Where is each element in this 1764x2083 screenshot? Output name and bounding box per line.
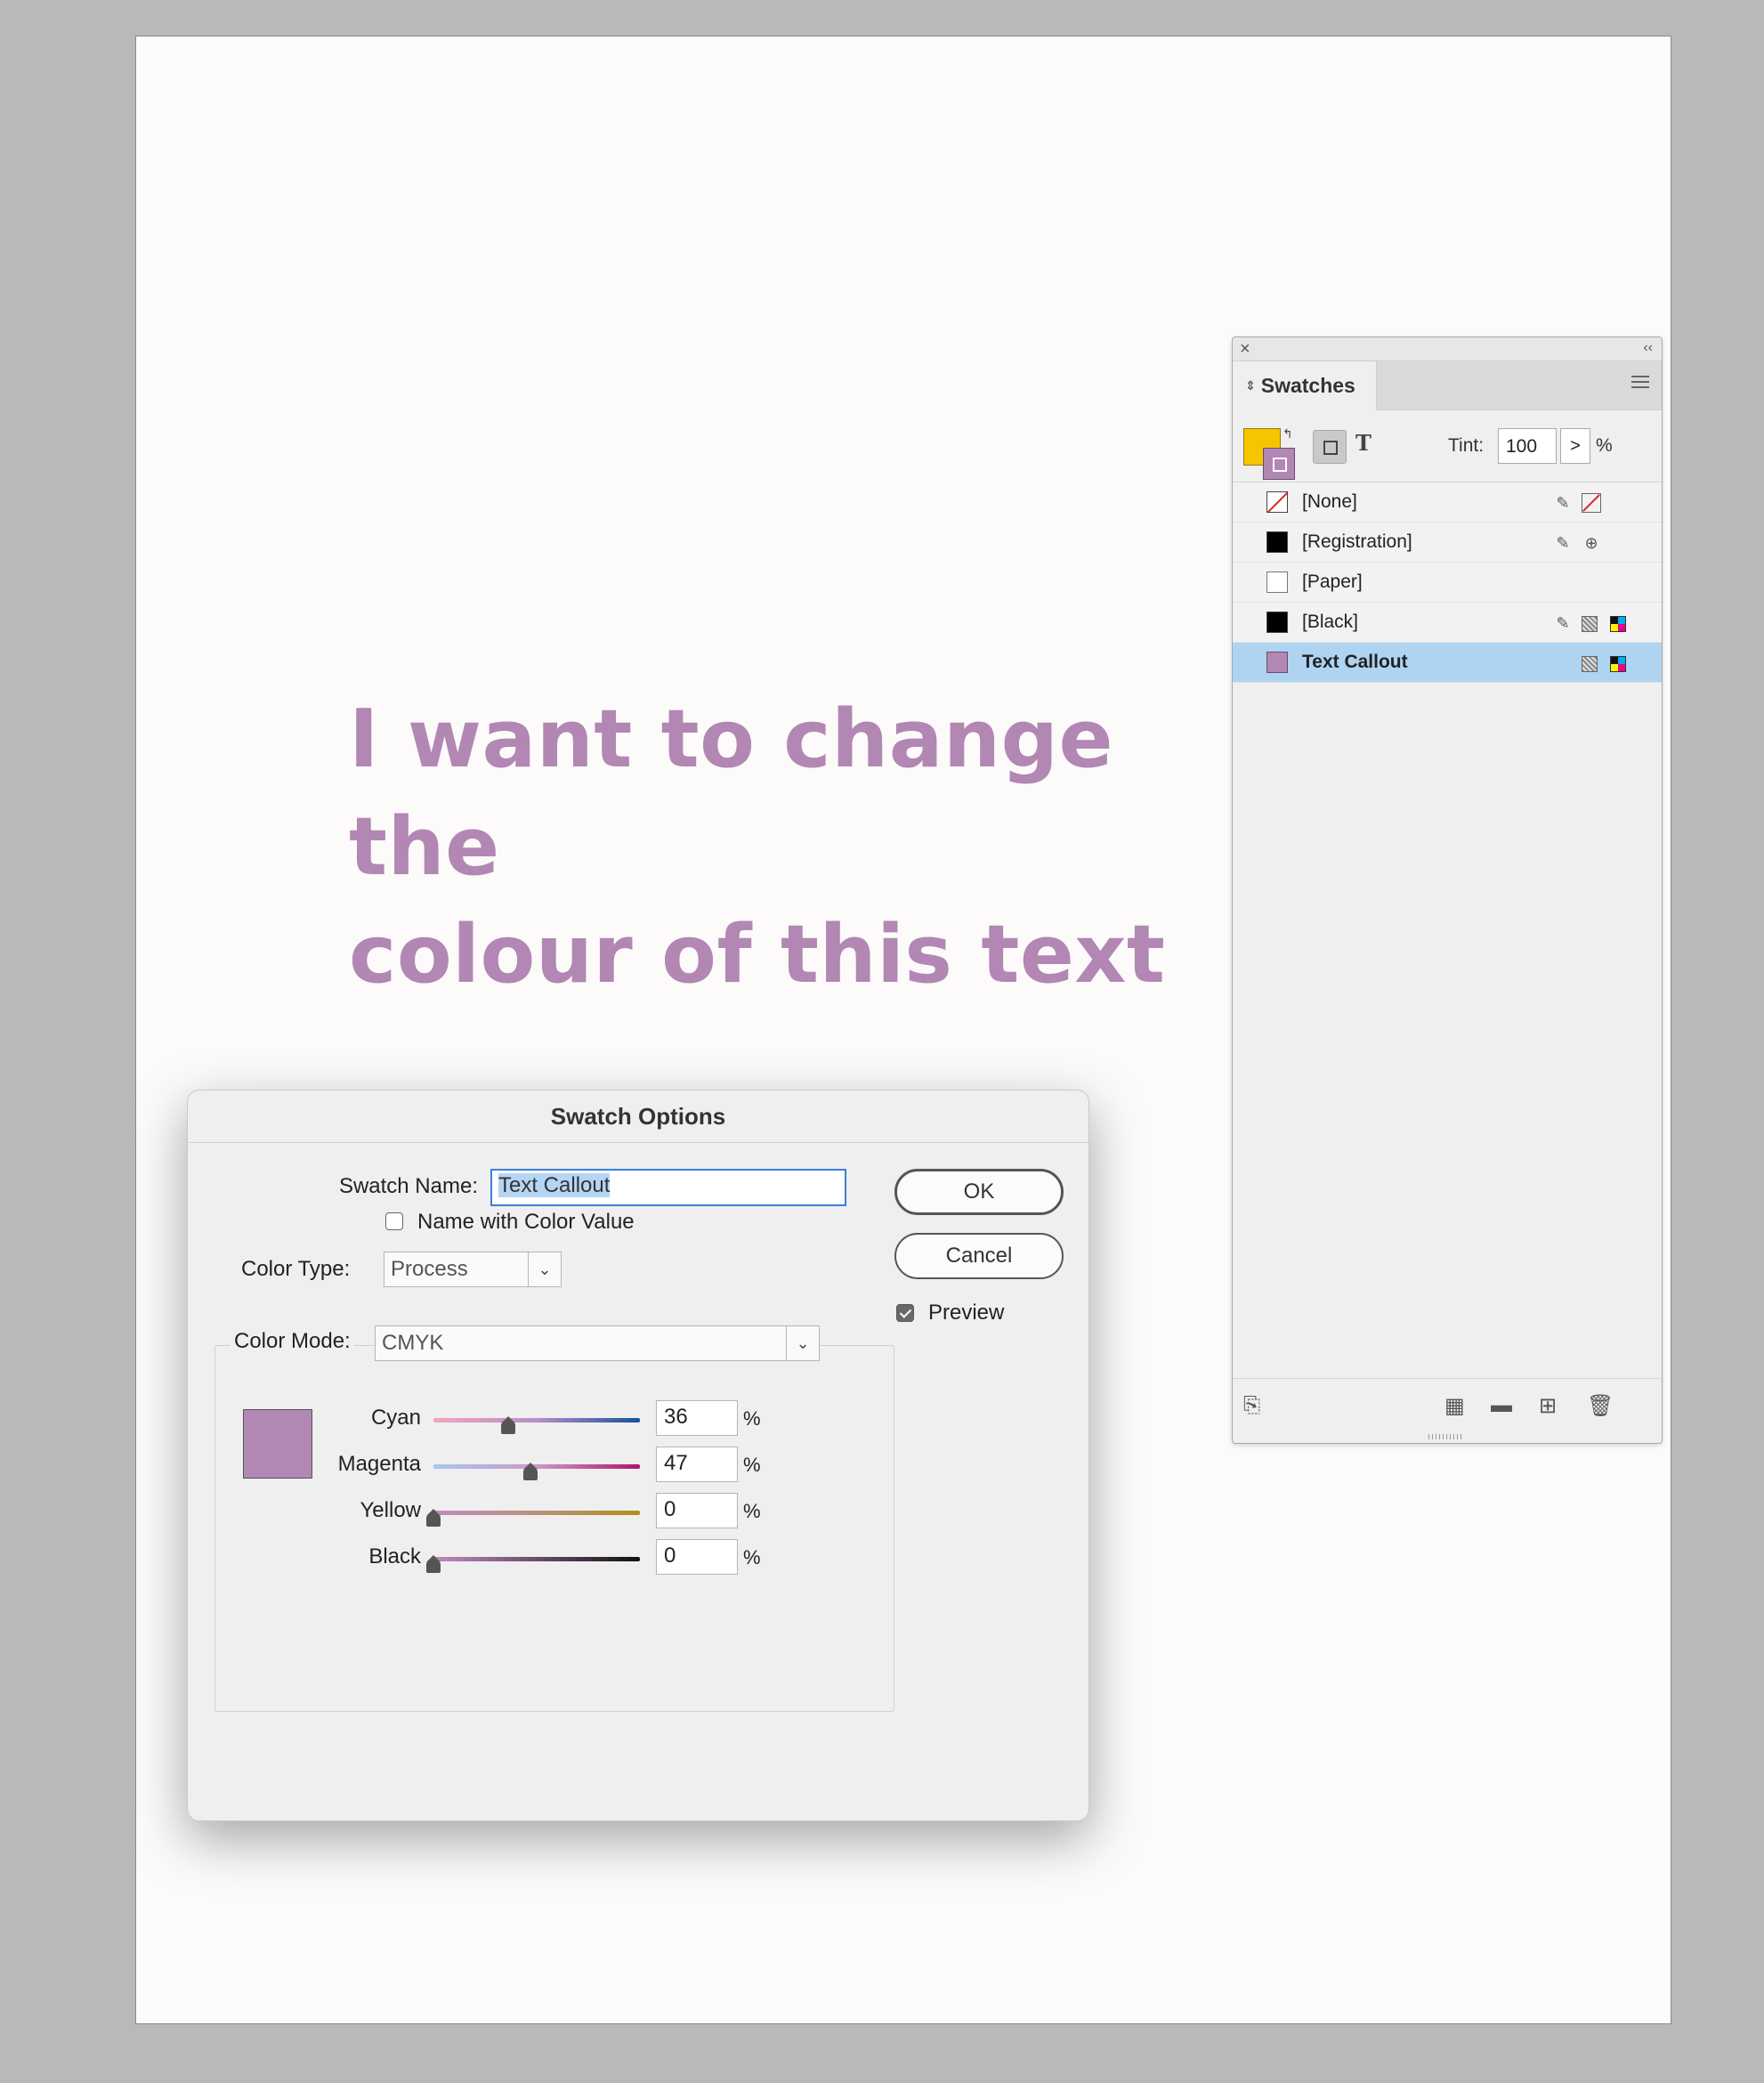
swatch-name-input[interactable]: Text Callout xyxy=(490,1169,846,1206)
cmyk-mode-icon xyxy=(1610,656,1626,672)
swatch-name-value: Text Callout xyxy=(498,1173,611,1197)
cyan-input[interactable]: 36 xyxy=(656,1400,738,1436)
registration-icon: ⊕ xyxy=(1584,534,1598,552)
cmyk-mode-icon xyxy=(1610,616,1626,632)
preview-checkbox[interactable] xyxy=(896,1304,914,1322)
double-chevron-left-icon[interactable]: ‹‹ xyxy=(1643,337,1653,359)
swatch-row-paper[interactable]: [Paper] xyxy=(1233,563,1662,603)
swatch-chip xyxy=(1266,612,1288,633)
headline-line-1: I want to change the xyxy=(349,693,1114,894)
dialog-title: Swatch Options xyxy=(188,1090,1088,1143)
name-with-color-label: Name with Color Value xyxy=(417,1210,635,1234)
color-type-select[interactable]: Process ⌄ xyxy=(384,1252,562,1287)
no-edit-icon: ✎ xyxy=(1556,614,1570,632)
swatch-row-registration[interactable]: [Registration] ✎ ⊕ xyxy=(1233,523,1662,563)
black-unit: % xyxy=(743,1546,761,1568)
magenta-unit: % xyxy=(743,1454,761,1476)
magenta-label: Magenta xyxy=(337,1452,421,1476)
color-mode-label: Color Mode: xyxy=(231,1329,354,1354)
black-slider[interactable] xyxy=(426,1555,640,1573)
yellow-input[interactable]: 0 xyxy=(656,1493,738,1528)
process-color-icon xyxy=(1582,616,1598,632)
new-swatch-icon[interactable]: ⊞ xyxy=(1539,1393,1557,1419)
swatch-chip xyxy=(1266,652,1288,673)
headline-line-2: colour of this text xyxy=(349,908,1166,1001)
swatch-row-none[interactable]: [None] ✎ xyxy=(1233,482,1662,523)
yellow-slider[interactable] xyxy=(426,1509,640,1527)
chevron-down-icon: ⌄ xyxy=(786,1326,819,1360)
close-icon[interactable]: × xyxy=(1240,338,1250,360)
swatch-name: [None] xyxy=(1302,491,1357,512)
swatch-list: [None] ✎ [Registration] ✎ ⊕ [Paper] [Bla… xyxy=(1233,482,1662,683)
swatch-name: [Registration] xyxy=(1302,531,1412,552)
color-mode-value: CMYK xyxy=(382,1331,444,1355)
tab-swatches-label: Swatches xyxy=(1260,374,1355,397)
tint-unit: % xyxy=(1596,435,1613,456)
magenta-slider[interactable] xyxy=(433,1463,640,1480)
stroke-color-box[interactable] xyxy=(1263,448,1295,480)
magenta-input[interactable]: 47 xyxy=(656,1447,738,1482)
chevron-down-icon: ⌄ xyxy=(528,1252,561,1286)
updown-arrows-icon: ⇕ xyxy=(1245,378,1256,393)
no-edit-icon: ✎ xyxy=(1556,494,1570,512)
tab-swatches[interactable]: ⇕ Swatches xyxy=(1233,361,1377,410)
swatch-name-label: Swatch Name: xyxy=(338,1174,478,1198)
swatch-options-dialog: Swatch Options Swatch Name: Text Callout… xyxy=(187,1090,1089,1821)
panel-footer: ⎘ ▦ ▬ ⊞ 🗑 xyxy=(1233,1378,1662,1432)
ok-button[interactable]: OK xyxy=(894,1169,1064,1215)
swatch-name: [Paper] xyxy=(1302,571,1363,592)
swatch-row-black[interactable]: [Black] ✎ xyxy=(1233,603,1662,643)
swap-fill-stroke-icon[interactable]: ↰ xyxy=(1283,426,1293,442)
swatch-name: [Black] xyxy=(1302,612,1359,632)
new-color-group-icon[interactable]: ▬ xyxy=(1491,1393,1512,1418)
none-color-icon xyxy=(1582,493,1601,513)
swatches-panel: × ‹‹ ⇕ Swatches ↰ T Tint: 100 > % [None] … xyxy=(1232,336,1663,1444)
tint-stepper-button[interactable]: > xyxy=(1560,428,1590,464)
cyan-unit: % xyxy=(743,1407,761,1430)
color-type-label: Color Type: xyxy=(241,1257,351,1281)
yellow-label: Yellow xyxy=(360,1498,422,1522)
black-input[interactable]: 0 xyxy=(656,1539,738,1575)
panel-menu-icon[interactable] xyxy=(1631,376,1649,392)
headline-text[interactable]: I want to change the colour of this text xyxy=(349,685,1239,1009)
color-type-value: Process xyxy=(391,1257,468,1281)
swatch-row-text-callout[interactable]: Text Callout xyxy=(1233,643,1662,683)
panel-titlebar: × ‹‹ xyxy=(1233,337,1662,361)
cyan-slider[interactable] xyxy=(433,1416,640,1434)
swatch-view-icon[interactable]: ▦ xyxy=(1444,1393,1465,1419)
trash-icon[interactable]: 🗑 xyxy=(1587,1393,1614,1419)
process-color-icon xyxy=(1582,656,1598,672)
color-mode-group xyxy=(214,1345,894,1712)
swatch-chip xyxy=(1266,531,1288,553)
color-preview-swatch xyxy=(243,1409,312,1479)
swatch-chip xyxy=(1266,491,1288,513)
cyan-label: Cyan xyxy=(370,1406,421,1430)
resize-grip-icon[interactable] xyxy=(1428,1434,1464,1439)
no-edit-icon: ✎ xyxy=(1556,534,1570,552)
formatting-text-button[interactable]: T xyxy=(1355,430,1372,456)
swatch-name: Text Callout xyxy=(1302,652,1408,672)
color-mode-select[interactable]: CMYK ⌄ xyxy=(375,1325,820,1361)
swatch-chip xyxy=(1266,571,1288,593)
tint-input[interactable]: 100 xyxy=(1498,428,1557,464)
swatch-toolrow: ↰ T Tint: 100 > % xyxy=(1233,410,1662,482)
black-label: Black xyxy=(368,1544,421,1568)
panel-tabbar: ⇕ Swatches xyxy=(1233,361,1662,410)
name-with-color-checkbox[interactable] xyxy=(385,1212,403,1230)
preview-label: Preview xyxy=(928,1301,1005,1325)
tint-label: Tint: xyxy=(1448,435,1485,456)
cancel-button[interactable]: Cancel xyxy=(894,1233,1064,1279)
yellow-unit: % xyxy=(743,1500,761,1522)
formatting-container-button[interactable] xyxy=(1313,430,1347,464)
place-swatches-icon[interactable]: ⎘ xyxy=(1243,1393,1260,1418)
